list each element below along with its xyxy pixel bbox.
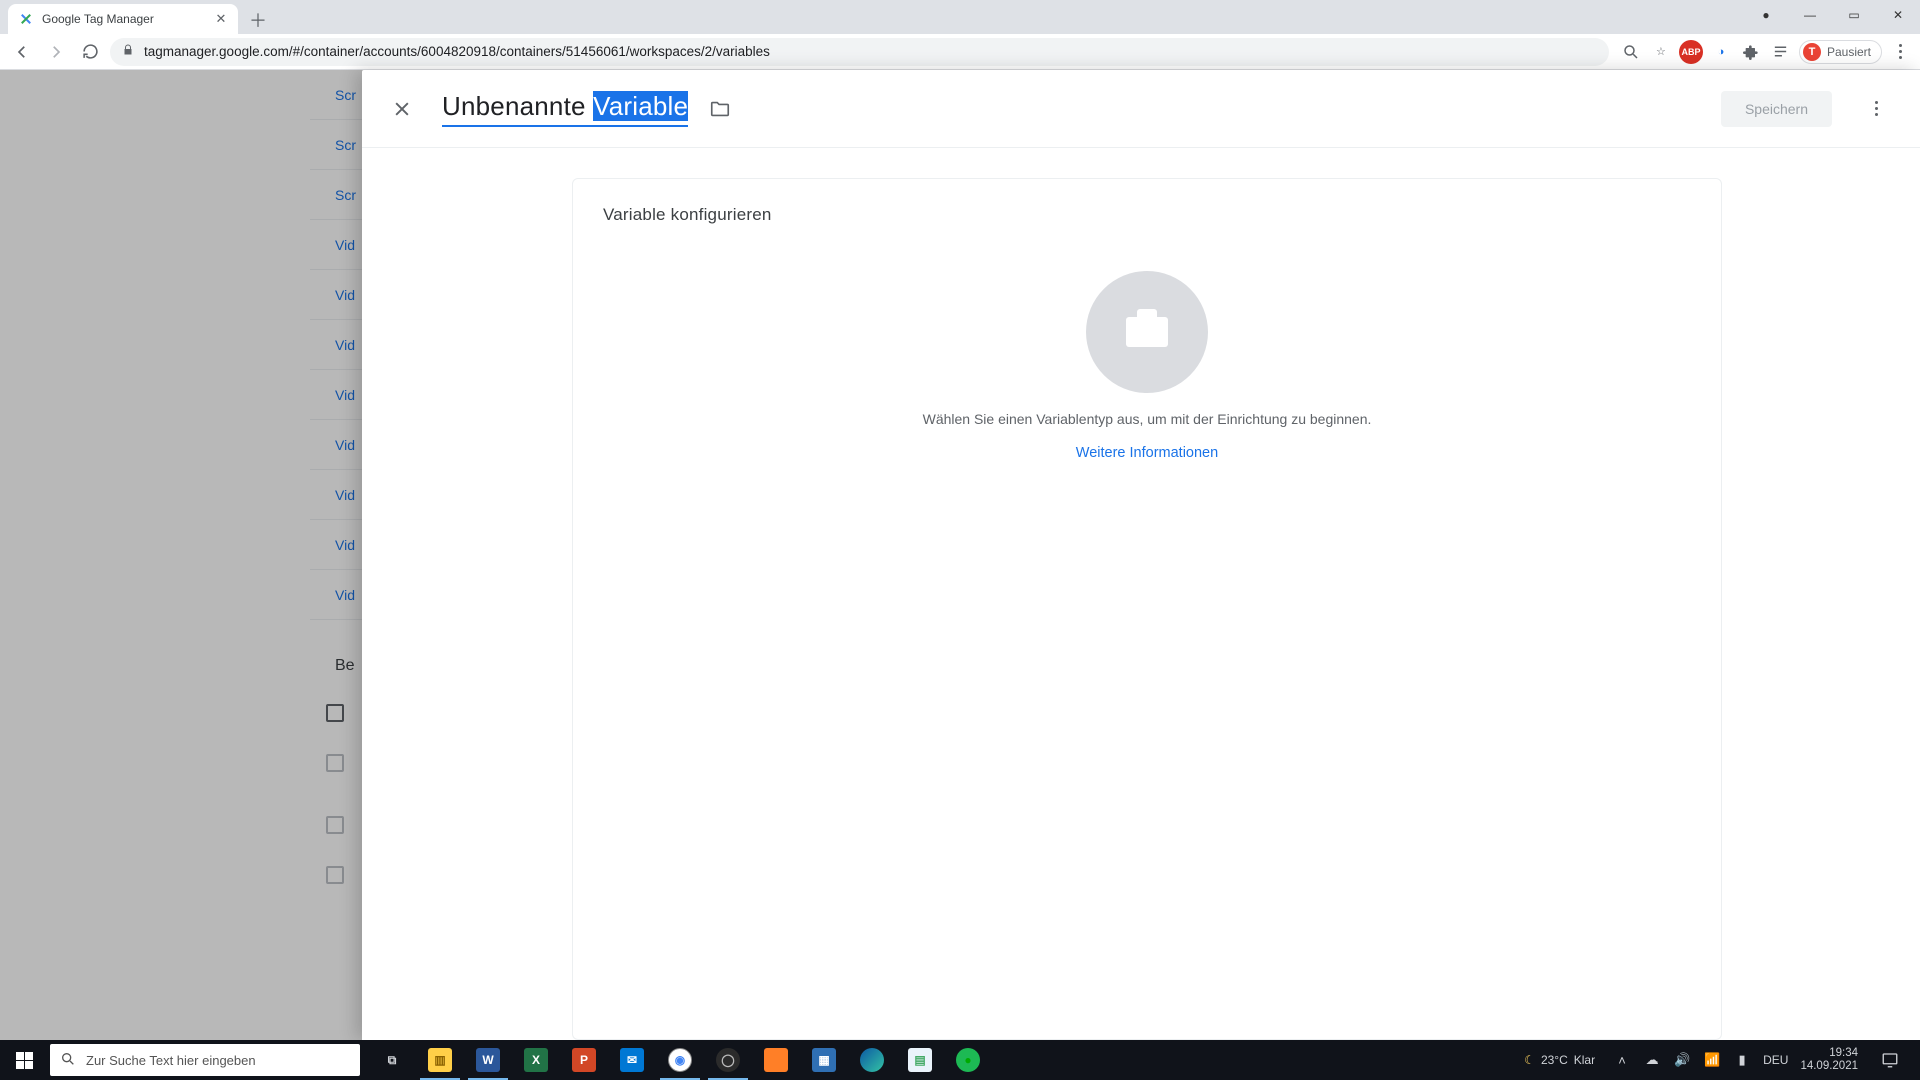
title-selection: Variable [593,91,688,121]
windows-logo-icon [16,1052,33,1069]
lock-icon [122,44,134,59]
edge-icon[interactable] [848,1040,896,1080]
forward-button[interactable] [42,38,70,66]
panel-overflow-menu[interactable] [1856,89,1896,129]
battery-icon[interactable]: ▮ [1733,1052,1751,1068]
taskbar-clock[interactable]: 19:34 14.09.2021 [1800,1047,1858,1073]
variable-config-card[interactable]: Variable konfigurieren Wählen Sie einen … [572,178,1722,1040]
profile-status: Pausiert [1827,45,1871,59]
obs-icon[interactable]: ◯ [704,1040,752,1080]
taskbar-search[interactable]: Zur Suche Text hier eingeben [50,1044,360,1076]
maximize-button[interactable]: ▭ [1832,0,1876,30]
moon-icon: ☾ [1524,1053,1535,1067]
gtm-favicon-icon [18,11,34,27]
notepad-icon[interactable]: ▤ [896,1040,944,1080]
mail-icon[interactable]: ✉ [608,1040,656,1080]
weather-desc: Klar [1574,1053,1595,1067]
spotify-icon[interactable]: ● [944,1040,992,1080]
app-blue-icon[interactable]: ▦ [800,1040,848,1080]
omnibox[interactable]: tagmanager.google.com/#/container/accoun… [110,38,1609,66]
window-controls: ● ― ▭ ✕ [1744,0,1920,30]
title-wrap: Unbenannte Variable [442,91,738,127]
save-button-label: Speichern [1745,101,1808,117]
browser-chrome: Google Tag Manager ✕ ＋ ● ― ▭ ✕ tagmanage… [0,0,1920,70]
variable-editor-panel: Unbenannte Variable Speichern Variable k… [362,70,1920,1040]
taskbar-apps: ⧉ ▥ W X P ✉ ◉ ◯ ▦ ▤ ● [368,1040,992,1080]
search-placeholder: Zur Suche Text hier eingeben [86,1053,256,1068]
new-tab-button[interactable]: ＋ [244,6,272,34]
avatar-icon: T [1803,43,1821,61]
search-icon [60,1051,76,1070]
toolbar-actions: ☆ ABP ◑ T Pausiert [1615,40,1912,64]
action-center-icon[interactable] [1870,1040,1910,1080]
config-hint-text: Wählen Sie einen Variablentyp aus, um mi… [923,411,1372,427]
title-prefix: Unbenannte [442,91,593,121]
volume-icon[interactable]: 🔊 [1673,1052,1691,1068]
panel-body: Variable konfigurieren Wählen Sie einen … [362,148,1920,1040]
close-window-button[interactable]: ✕ [1876,0,1920,30]
clock-time: 19:34 [1800,1047,1858,1060]
powerpoint-icon[interactable]: P [560,1040,608,1080]
config-empty-state: Wählen Sie einen Variablentyp aus, um mi… [603,271,1691,461]
wifi-icon[interactable]: 📶 [1703,1052,1721,1068]
reading-list-icon[interactable] [1769,40,1793,64]
windows-taskbar: Zur Suche Text hier eingeben ⧉ ▥ W X P ✉… [0,1040,1920,1080]
minimize-button[interactable]: ― [1788,0,1832,30]
learn-more-link[interactable]: Weitere Informationen [1076,445,1218,461]
bookmark-star-icon[interactable]: ☆ [1649,40,1673,64]
config-card-title: Variable konfigurieren [603,205,1691,225]
abp-extension-icon[interactable]: ABP [1679,40,1703,64]
panel-header: Unbenannte Variable Speichern [362,70,1920,148]
variable-name-input[interactable]: Unbenannte Variable [442,91,688,127]
reload-button[interactable] [76,38,104,66]
account-dot-icon[interactable]: ● [1744,0,1788,30]
excel-icon[interactable]: X [512,1040,560,1080]
address-bar: tagmanager.google.com/#/container/accoun… [0,34,1920,70]
file-explorer-icon[interactable]: ▥ [416,1040,464,1080]
extension-blue-icon[interactable]: ◑ [1709,40,1733,64]
save-button[interactable]: Speichern [1721,91,1832,127]
tab-close-icon[interactable]: ✕ [214,12,228,26]
word-icon[interactable]: W [464,1040,512,1080]
clock-date: 14.09.2021 [1800,1060,1858,1073]
input-lang[interactable]: DEU [1763,1053,1788,1067]
url-text: tagmanager.google.com/#/container/accoun… [144,44,1597,59]
folder-button[interactable] [702,91,738,127]
onedrive-icon[interactable]: ☁ [1643,1052,1661,1068]
close-panel-button[interactable] [380,87,424,131]
profile-badge[interactable]: T Pausiert [1799,40,1882,64]
back-button[interactable] [8,38,36,66]
chrome-menu-icon[interactable] [1888,40,1912,64]
weather-temp: 23°C [1541,1053,1568,1067]
tab-strip: Google Tag Manager ✕ ＋ ● ― ▭ ✕ [0,0,1920,34]
weather-widget[interactable]: ☾ 23°C Klar [1524,1053,1595,1067]
tray-chevron-icon[interactable]: ˄ [1613,1053,1631,1068]
placeholder-icon [1086,271,1208,393]
chrome-icon[interactable]: ◉ [656,1040,704,1080]
zoom-icon[interactable] [1619,40,1643,64]
app-orange-icon[interactable] [752,1040,800,1080]
start-button[interactable] [0,1040,48,1080]
system-tray: ☾ 23°C Klar ˄ ☁ 🔊 📶 ▮ DEU 19:34 14.09.20… [1524,1040,1920,1080]
task-view-button[interactable]: ⧉ [368,1040,416,1080]
tab-title: Google Tag Manager [42,12,206,26]
browser-tab[interactable]: Google Tag Manager ✕ [8,4,238,34]
page-viewport: Scr Scr Scr Vid Vid Vid Vid Vid Vid Vid … [0,70,1920,1040]
extensions-puzzle-icon[interactable] [1739,40,1763,64]
